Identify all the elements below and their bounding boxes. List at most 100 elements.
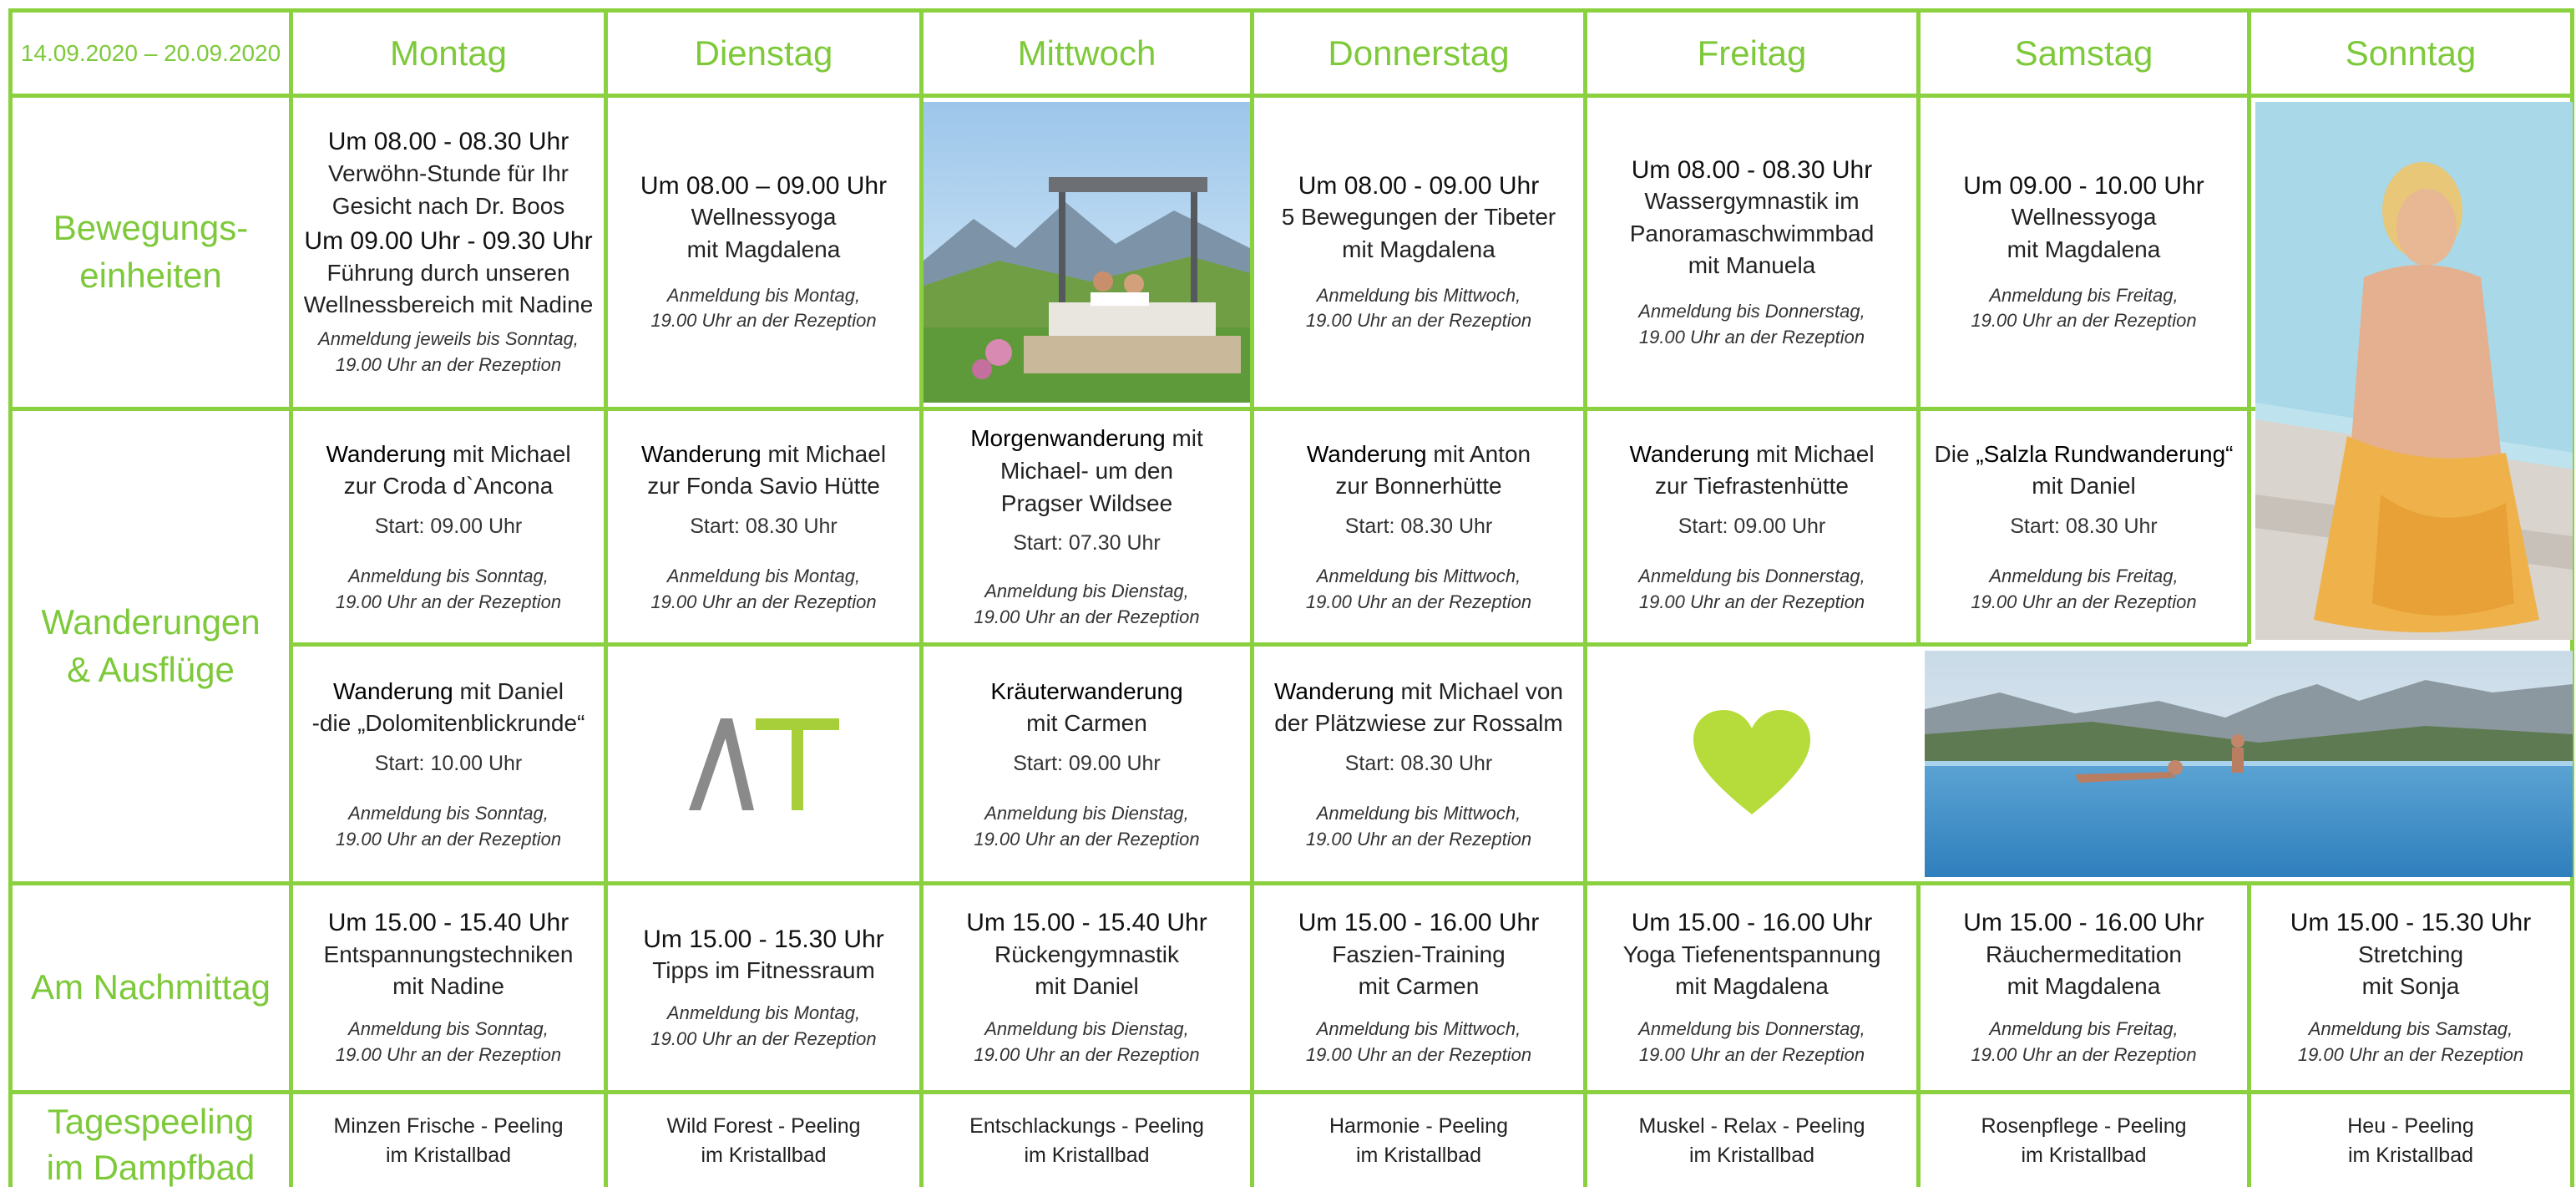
hike-prefix: Die xyxy=(1934,440,1976,467)
peeling-mittwoch: Entschlackungs - Peeling im Kristallbad xyxy=(924,1094,1250,1187)
peeling-dienstag: Wild Forest - Peeling im Kristallbad xyxy=(608,1094,919,1187)
activity-text: Räuchermeditation mit Magdalena xyxy=(1985,941,2183,1000)
activity-time: Um 15.00 - 16.00 Uhr xyxy=(1631,909,1873,937)
registration-note: Anmeldung bis Mittwoch, 19.00 Uhr an der… xyxy=(1305,284,1532,332)
hike-destination: der Plätzwiese zur Rossalm xyxy=(1274,710,1563,737)
registration-note: Anmeldung bis Donnerstag, 19.00 Uhr an d… xyxy=(1638,565,1865,612)
activity-text: Tipps im Fitnessraum xyxy=(652,957,875,984)
nachmittag-donnerstag: Um 15.00 - 16.00 Uhr Faszien-Training mi… xyxy=(1254,885,1583,1090)
day-header-freitag: Freitag xyxy=(1587,13,1916,94)
row-label-bewegung-cell: Bewegungs- einheiten xyxy=(13,98,289,407)
registration-note: Anmeldung bis Montag, 19.00 Uhr an der R… xyxy=(650,1002,877,1049)
registration-note: Anmeldung bis Freitag, 19.00 Uhr an der … xyxy=(1971,1018,2197,1065)
activity-time: Um 15.00 - 15.40 Uhr xyxy=(327,909,569,937)
wanderung-donnerstag: Wanderung mit Anton zur Bonnerhütte Star… xyxy=(1254,411,1583,642)
hike-start: Start: 09.00 Uhr xyxy=(374,514,523,538)
row-label-nachmittag: Am Nachmittag xyxy=(30,967,271,1007)
bewegung-dienstag: Um 08.00 – 09.00 Uhr Wellnessyoga mit Ma… xyxy=(608,98,919,407)
activity-text: Faszien-Training mit Carmen xyxy=(1332,941,1506,1000)
day-label: Donnerstag xyxy=(1328,33,1510,73)
activity-time: Um 08.00 - 08.30 Uhr xyxy=(327,128,569,156)
registration-note: Anmeldung bis Dienstag, 19.00 Uhr an der… xyxy=(974,1018,1200,1065)
activity-text: Führung durch unseren Wellnessbereich mi… xyxy=(303,259,594,318)
peeling-text: Minzen Frische - Peeling im Kristallbad xyxy=(333,1113,564,1167)
registration-note: Anmeldung bis Freitag, 19.00 Uhr an der … xyxy=(1971,284,2197,332)
weekly-schedule-table: 14.09.2020 – 20.09.2020 Montag Dienstag … xyxy=(0,0,2576,1187)
peeling-text: Muskel - Relax - Peeling im Kristallbad xyxy=(1638,1113,1865,1167)
hike-start: Start: 08.30 Uhr xyxy=(2010,514,2158,538)
hike-destination: Michael- um den Pragser Wildsee xyxy=(1000,457,1173,516)
wanderung2-donnerstag: Wanderung mit Michael von der Plätzwiese… xyxy=(1254,647,1583,881)
registration-note: Anmeldung bis Montag, 19.00 Uhr an der R… xyxy=(650,565,877,612)
photo-woman-poolside xyxy=(2255,102,2573,640)
day-header-samstag: Samstag xyxy=(1921,13,2247,94)
registration-note: Anmeldung bis Mittwoch, 19.00 Uhr an der… xyxy=(1305,565,1532,612)
photo-infinity-pool xyxy=(1925,651,2573,877)
activity-time: Um 15.00 - 15.30 Uhr xyxy=(643,925,884,953)
nachmittag-freitag: Um 15.00 - 16.00 Uhr Yoga Tiefenentspann… xyxy=(1587,885,1916,1090)
hike-title: Morgenwanderung xyxy=(970,425,1166,452)
hike-start: Start: 09.00 Uhr xyxy=(1678,514,1826,538)
day-label: Samstag xyxy=(2014,33,2153,73)
hike-guide: mit xyxy=(1165,425,1203,452)
hike-start: Start: 09.00 Uhr xyxy=(1013,751,1161,775)
nachmittag-mittwoch: Um 15.00 - 15.40 Uhr Rückengymnastik mit… xyxy=(924,885,1250,1090)
nachmittag-sonntag: Um 15.00 - 15.30 Uhr Stretching mit Sonj… xyxy=(2251,885,2570,1090)
peeling-text: Harmonie - Peeling im Kristallbad xyxy=(1329,1113,1508,1167)
activity-text: Wellnessyoga mit Magdalena xyxy=(686,204,841,262)
registration-note: Anmeldung bis Samstag, 19.00 Uhr an der … xyxy=(2297,1018,2524,1065)
day-header-sonntag: Sonntag xyxy=(2251,13,2570,94)
bewegung-freitag: Um 08.00 - 08.30 Uhr Wassergymnastik im … xyxy=(1587,98,1916,407)
day-label: Mittwoch xyxy=(1017,33,1156,73)
bewegung-samstag: Um 09.00 - 10.00 Uhr Wellnessyoga mit Ma… xyxy=(1921,98,2247,407)
row-label-bewegung: Bewegungs- einheiten xyxy=(53,208,249,295)
hike-title: Wanderung xyxy=(333,677,453,704)
activity-text: Yoga Tiefenentspannung mit Magdalena xyxy=(1622,941,1881,1000)
activity-time: Um 08.00 - 09.00 Uhr xyxy=(1298,171,1540,200)
heart-cell xyxy=(1587,647,1916,881)
row-label-peeling-cell: Tagespeeling im Dampfbad xyxy=(13,1094,289,1187)
hike-start: Start: 08.30 Uhr xyxy=(1344,514,1493,538)
wanderung2-montag: Wanderung mit Daniel -die „Dolomitenblic… xyxy=(293,647,604,881)
hike-start: Start: 08.30 Uhr xyxy=(1344,751,1493,775)
hike-guide: mit Carmen xyxy=(1026,710,1147,737)
registration-note: Anmeldung bis Sonntag, 19.00 Uhr an der … xyxy=(335,802,562,850)
registration-note: Anmeldung bis Mittwoch, 19.00 Uhr an der… xyxy=(1305,802,1532,850)
hike-destination: -die „Dolomitenblickrunde“ xyxy=(311,710,585,737)
hike-start: Start: 07.30 Uhr xyxy=(1013,531,1161,555)
hike-title: Wanderung xyxy=(1629,440,1750,467)
hike-guide: mit Michael xyxy=(1749,440,1875,467)
registration-note: Anmeldung bis Freitag, 19.00 Uhr an der … xyxy=(1971,565,2197,612)
border-col7-top xyxy=(2247,8,2251,644)
peeling-montag: Minzen Frische - Peeling im Kristallbad xyxy=(293,1094,604,1187)
date-range: 14.09.2020 – 20.09.2020 xyxy=(20,39,281,66)
registration-note: Anmeldung bis Sonntag, 19.00 Uhr an der … xyxy=(335,565,562,612)
activity-time: Um 08.00 - 08.30 Uhr xyxy=(1631,155,1873,184)
hike-guide: mit Michael von xyxy=(1394,677,1563,704)
hike-guide: mit Anton xyxy=(1426,440,1531,467)
day-header-mittwoch: Mittwoch xyxy=(924,13,1250,94)
row-label-nachmittag-cell: Am Nachmittag xyxy=(13,885,289,1090)
hike-guide: mit Daniel xyxy=(453,677,564,704)
activity-text: Rückengymnastik mit Daniel xyxy=(994,941,1179,1000)
row-label-wanderungen-cell: Wanderungen & Ausflüge xyxy=(13,411,289,881)
nachmittag-samstag: Um 15.00 - 16.00 Uhr Räuchermeditation m… xyxy=(1921,885,2247,1090)
hike-title: Wanderung xyxy=(640,440,762,467)
hike-title: „Salzla Rundwanderung“ xyxy=(1976,440,2234,467)
activity-time: Um 09.00 - 10.00 Uhr xyxy=(1963,171,2204,200)
wanderung-montag: Wanderung mit Michael zur Croda d`Ancona… xyxy=(293,411,604,642)
row-label-peeling: Tagespeeling im Dampfbad xyxy=(46,1102,256,1187)
peeling-freitag: Muskel - Relax - Peeling im Kristallbad xyxy=(1587,1094,1916,1187)
hike-guide: mit Michael xyxy=(761,440,887,467)
nachmittag-montag: Um 15.00 - 15.40 Uhr Entspannungstechnik… xyxy=(293,885,604,1090)
peeling-text: Rosenpflege - Peeling im Kristallbad xyxy=(1981,1113,2187,1167)
day-label: Dienstag xyxy=(694,33,833,73)
wanderung-freitag: Wanderung mit Michael zur Tiefrastenhütt… xyxy=(1587,411,1916,642)
day-header-donnerstag: Donnerstag xyxy=(1254,13,1583,94)
hike-destination: zur Bonnerhütte xyxy=(1335,473,1502,500)
peeling-samstag: Rosenpflege - Peeling im Kristallbad xyxy=(1921,1094,2247,1187)
peeling-text: Wild Forest - Peeling im Kristallbad xyxy=(666,1113,861,1167)
activity-text: 5 Bewegungen der Tibeter mit Magdalena xyxy=(1281,204,1556,262)
bewegung-donnerstag: Um 08.00 - 09.00 Uhr 5 Bewegungen der Ti… xyxy=(1254,98,1583,407)
hike-destination: zur Croda d`Ancona xyxy=(343,473,554,500)
